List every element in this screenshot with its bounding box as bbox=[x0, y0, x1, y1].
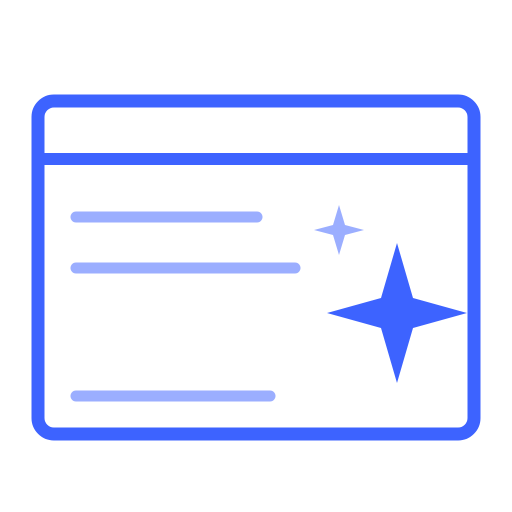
browser-window-sparkle-svg bbox=[31, 94, 481, 441]
large-sparkle-icon bbox=[327, 243, 467, 383]
small-sparkle-icon bbox=[314, 205, 364, 255]
browser-window-sparkle-icon bbox=[0, 0, 512, 512]
